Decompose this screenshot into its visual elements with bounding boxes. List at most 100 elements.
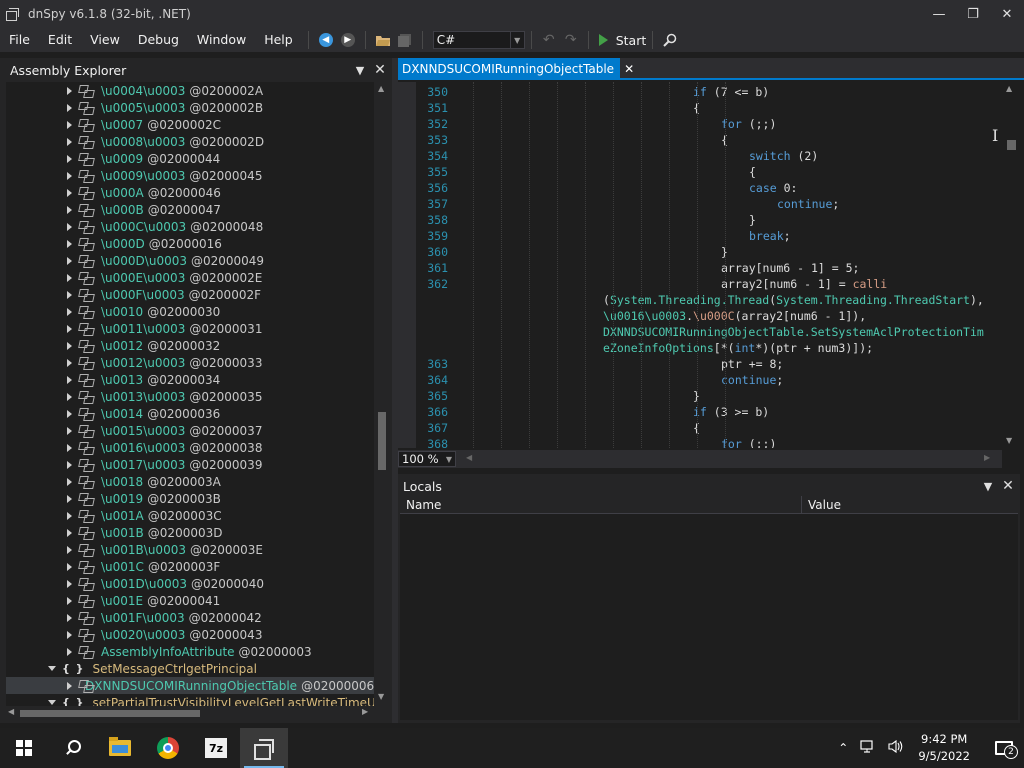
- expand-arrow-icon[interactable]: [67, 358, 72, 367]
- sevenzip-taskbar[interactable]: 7z: [192, 728, 240, 768]
- restore-button[interactable]: ❐: [956, 0, 990, 28]
- system-clock[interactable]: 9:42 PM 9/5/2022: [918, 731, 970, 765]
- tree-item[interactable]: \u0008\u0003 @0200002D: [6, 133, 374, 150]
- tree-item[interactable]: \u0013 @02000034: [6, 371, 374, 388]
- menu-edit[interactable]: Edit: [39, 28, 81, 52]
- tree-item[interactable]: \u0012\u0003 @02000033: [6, 354, 374, 371]
- locals-grid[interactable]: Name Value: [400, 496, 1018, 720]
- menu-file[interactable]: File: [0, 28, 39, 52]
- expand-arrow-icon[interactable]: [67, 205, 72, 214]
- tree-item[interactable]: \u0018 @0200003A: [6, 473, 374, 490]
- start-menu-button[interactable]: [0, 728, 48, 768]
- code-line[interactable]: 361 array[num6 - 1] = 5;: [398, 260, 1002, 276]
- code-line[interactable]: 359 break;: [398, 228, 1002, 244]
- code-line[interactable]: eZoneInfoOptions[*(int*)(ptr + num3)]);: [398, 340, 1002, 356]
- tree-item[interactable]: \u000D @02000016: [6, 235, 374, 252]
- expand-arrow-icon[interactable]: [67, 137, 72, 146]
- expand-arrow-icon[interactable]: [67, 86, 72, 95]
- code-line[interactable]: 350 if (7 <= b): [398, 84, 1002, 100]
- close-icon[interactable]: ✕: [1000, 478, 1016, 494]
- expand-arrow-icon[interactable]: [67, 477, 72, 486]
- code-line[interactable]: 364 continue;: [398, 372, 1002, 388]
- expand-arrow-icon[interactable]: [67, 443, 72, 452]
- tree-item[interactable]: \u0013\u0003 @02000035: [6, 388, 374, 405]
- tree-namespace[interactable]: { } SetMessageCtrlgetPrincipal: [6, 660, 374, 677]
- expand-arrow-icon[interactable]: [67, 613, 72, 622]
- scroll-left-icon[interactable]: ◀: [466, 453, 472, 462]
- code-line[interactable]: 352 for (;;): [398, 116, 1002, 132]
- tree-item[interactable]: \u0017\u0003 @02000039: [6, 456, 374, 473]
- tree-item[interactable]: \u000E\u0003 @0200002E: [6, 269, 374, 286]
- navigate-forward-icon[interactable]: ▶: [337, 29, 359, 51]
- open-folder-icon[interactable]: [372, 29, 394, 51]
- expand-arrow-icon[interactable]: [67, 681, 72, 690]
- network-icon[interactable]: [860, 740, 876, 756]
- tree-item[interactable]: \u000A @02000046: [6, 184, 374, 201]
- tree-item[interactable]: \u001B\u0003 @0200003E: [6, 541, 374, 558]
- expand-arrow-icon[interactable]: [67, 273, 72, 282]
- undo-icon[interactable]: ↶: [538, 29, 560, 51]
- close-icon[interactable]: ✕: [372, 62, 388, 78]
- expand-arrow-icon[interactable]: [67, 188, 72, 197]
- scroll-up-icon[interactable]: ▲: [1006, 84, 1012, 93]
- editor-vertical-scrollbar[interactable]: ▲ ▼: [1002, 82, 1022, 448]
- tree-namespace[interactable]: { } setPartialTrustVisibilityLevelGetLast…: [6, 694, 374, 706]
- tree-item[interactable]: \u001A @0200003C: [6, 507, 374, 524]
- tree-item[interactable]: \u0011\u0003 @02000031: [6, 320, 374, 337]
- expand-arrow-icon[interactable]: [67, 171, 72, 180]
- tree-item[interactable]: \u000D\u0003 @02000049: [6, 252, 374, 269]
- expand-arrow-icon[interactable]: [67, 426, 72, 435]
- scrollbar-thumb[interactable]: [1007, 140, 1016, 150]
- code-line[interactable]: (System.Threading.Thread(System.Threadin…: [398, 292, 1002, 308]
- scroll-right-icon[interactable]: ▶: [362, 707, 368, 716]
- code-line[interactable]: 366 if (3 >= b): [398, 404, 1002, 420]
- chrome-taskbar[interactable]: [144, 728, 192, 768]
- tree-item[interactable]: \u000C\u0003 @02000048: [6, 218, 374, 235]
- tree-item[interactable]: \u0005\u0003 @0200002B: [6, 99, 374, 116]
- expand-arrow-icon[interactable]: [67, 545, 72, 554]
- expand-arrow-icon[interactable]: [67, 103, 72, 112]
- expand-arrow-icon[interactable]: [67, 596, 72, 605]
- tree-item[interactable]: \u000B @02000047: [6, 201, 374, 218]
- menu-window[interactable]: Window: [188, 28, 255, 52]
- tree-item[interactable]: \u001E @02000041: [6, 592, 374, 609]
- dnspy-taskbar[interactable]: [240, 728, 288, 768]
- expand-arrow-icon[interactable]: [67, 307, 72, 316]
- expand-arrow-icon[interactable]: [67, 511, 72, 520]
- tree-vertical-scrollbar[interactable]: ▲ ▼: [375, 82, 389, 706]
- tree-item[interactable]: \u001C @0200003F: [6, 558, 374, 575]
- expand-arrow-icon[interactable]: [67, 120, 72, 129]
- tree-item[interactable]: \u0012 @02000032: [6, 337, 374, 354]
- editor-horizontal-scrollbar[interactable]: ◀ ▶: [464, 453, 994, 465]
- tab-dxnndsucomi-running-object-table[interactable]: DXNNDSUCOMIRunningObjectTable ✕: [398, 58, 634, 80]
- expand-arrow-icon[interactable]: [67, 409, 72, 418]
- expand-arrow-icon[interactable]: [67, 528, 72, 537]
- code-line[interactable]: 368 for (;;): [398, 436, 1002, 448]
- tree-item[interactable]: \u001F\u0003 @02000042: [6, 609, 374, 626]
- action-center-button[interactable]: 2: [984, 728, 1024, 768]
- tree-item[interactable]: \u0019 @0200003B: [6, 490, 374, 507]
- collapse-arrow-icon[interactable]: [48, 700, 56, 705]
- expand-arrow-icon[interactable]: [67, 256, 72, 265]
- column-name[interactable]: Name: [400, 496, 802, 514]
- scroll-down-icon[interactable]: ▼: [378, 692, 384, 701]
- expand-arrow-icon[interactable]: [67, 341, 72, 350]
- expand-arrow-icon[interactable]: [67, 239, 72, 248]
- tree-item[interactable]: \u0009\u0003 @02000045: [6, 167, 374, 184]
- expand-arrow-icon[interactable]: [67, 324, 72, 333]
- code-line[interactable]: \u0016\u0003.\u000C(array2[num6 - 1]),: [398, 308, 1002, 324]
- column-value[interactable]: Value: [802, 496, 841, 514]
- expand-arrow-icon[interactable]: [67, 222, 72, 231]
- search-icon[interactable]: [659, 29, 681, 51]
- start-debug-button[interactable]: Start: [598, 33, 646, 48]
- assembly-tree[interactable]: \u0004\u0003 @0200002A \u0005\u0003 @020000…: [6, 82, 374, 706]
- volume-icon[interactable]: [888, 739, 904, 756]
- code-line[interactable]: 357 continue;: [398, 196, 1002, 212]
- close-icon[interactable]: ✕: [624, 62, 634, 76]
- taskbar-search-button[interactable]: [48, 728, 96, 768]
- save-all-icon[interactable]: [394, 29, 416, 51]
- tree-item[interactable]: \u000F\u0003 @0200002F: [6, 286, 374, 303]
- code-line[interactable]: DXNNDSUCOMIRunningObjectTable.SetSystemA…: [398, 324, 1002, 340]
- tree-horizontal-scrollbar[interactable]: ◀ ▶: [6, 706, 374, 720]
- menu-debug[interactable]: Debug: [129, 28, 188, 52]
